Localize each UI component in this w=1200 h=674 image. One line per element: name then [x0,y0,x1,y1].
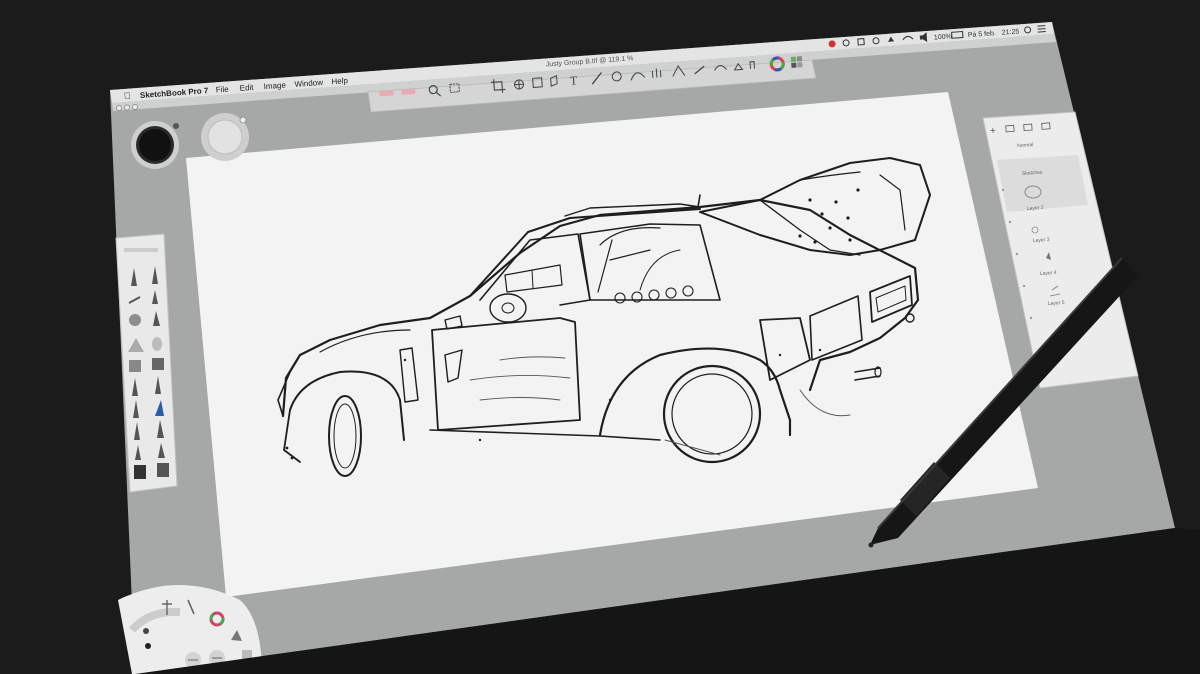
blend-mode-select[interactable]: Normal [1017,142,1034,149]
brush-puck[interactable] [131,121,179,169]
texture-brush-icon[interactable] [134,465,146,479]
menu-help[interactable]: Help [331,76,349,86]
puck-handle-icon [239,116,247,124]
menu-file[interactable]: File [215,85,229,95]
menu-edit[interactable]: Edit [239,83,254,93]
pattern-brush-icon[interactable] [157,463,169,477]
close-button[interactable] [116,105,122,111]
layer-name: Layer 3 [1033,237,1050,244]
visibility-icon[interactable] [1008,220,1012,224]
visibility-icon[interactable] [1015,252,1019,256]
puck-handle-icon [173,123,179,129]
fill-brush-icon[interactable] [152,358,164,370]
smudge-brush-icon[interactable] [129,360,141,372]
color-puck[interactable] [201,113,249,161]
splatter-brush-icon[interactable] [129,314,141,326]
visibility-icon[interactable] [1029,316,1033,320]
battery-percent: 100% [934,33,952,41]
layer-name: Layer 4 [1040,270,1057,277]
visibility-icon[interactable] [1022,284,1026,288]
undo-icon[interactable] [379,90,394,97]
scene:  SketchBook Pro 7 File Edit Image Windo… [0,0,1200,674]
lagoon-dot-icon[interactable] [145,643,151,649]
add-layer-icon[interactable]: + [990,126,997,137]
layer-name: Layer 2 [1027,205,1044,212]
lagoon-dot-icon[interactable] [143,628,149,634]
minimize-button[interactable] [124,104,130,111]
layer-name: Layer 5 [1048,300,1065,307]
blur-brush-icon[interactable] [152,337,162,351]
menu-image[interactable]: Image [263,81,286,92]
layer-row[interactable] [997,155,1088,212]
apple-icon:  [124,91,131,101]
visibility-icon[interactable] [1001,188,1005,192]
redo-icon[interactable] [401,89,416,95]
zoom-button[interactable] [132,104,138,110]
clock-label[interactable]: 21:25 [1002,28,1020,36]
